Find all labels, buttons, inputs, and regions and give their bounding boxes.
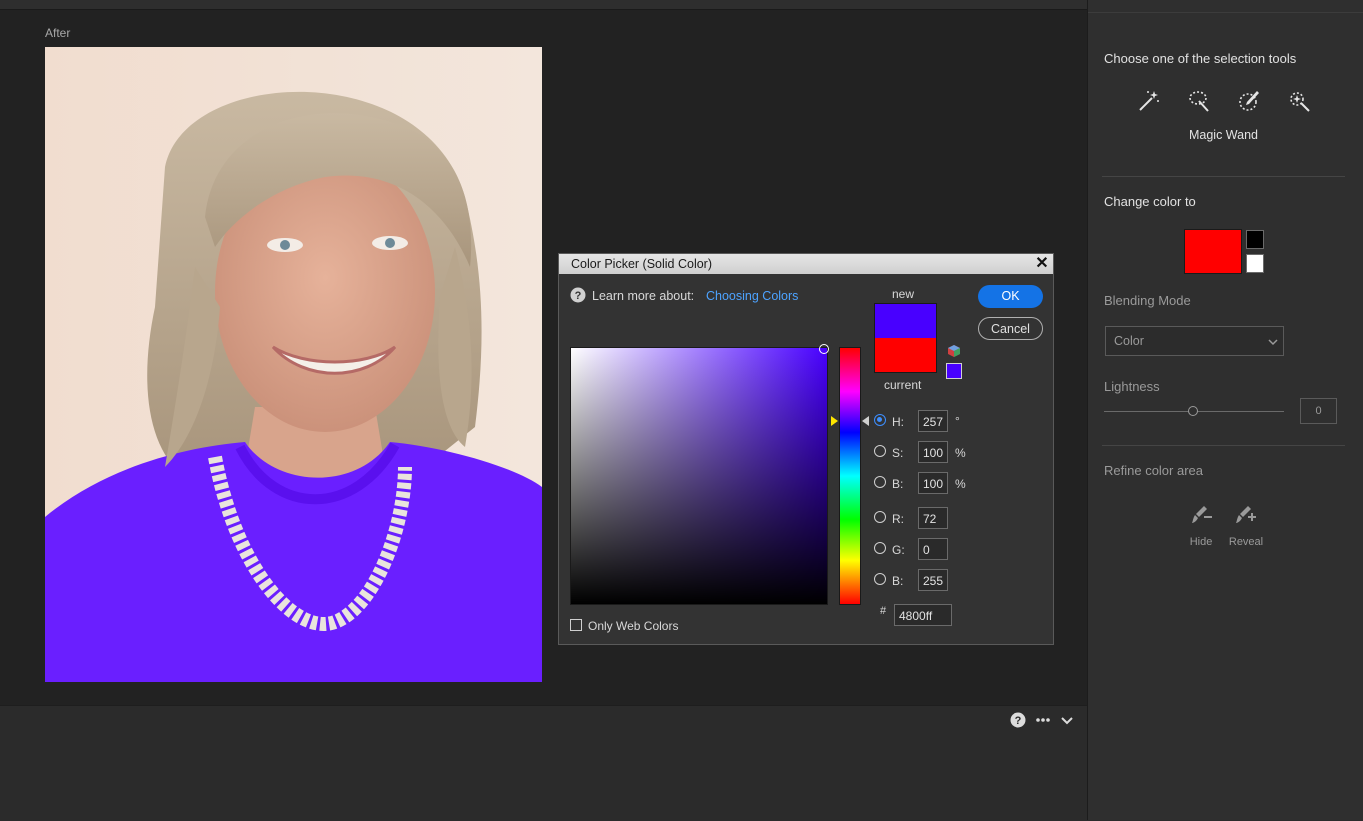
color-picker-dialog: Color Picker (Solid Color) ✕ ? Learn mor… [558,253,1054,645]
brush-select-icon[interactable] [1236,88,1262,114]
lightness-value-input[interactable]: 0 [1300,398,1337,424]
svg-text:?: ? [575,290,582,302]
only-web-colors-label: Only Web Colors [588,619,679,633]
cancel-button[interactable]: Cancel [978,317,1043,340]
brightness-label: B: [892,477,904,491]
selected-tool-label: Magic Wand [1188,128,1258,142]
blending-mode-select[interactable]: Color [1105,326,1284,356]
green-label: G: [892,543,905,557]
choosing-colors-link[interactable]: Choosing Colors [706,289,798,303]
current-color-swatch[interactable] [875,338,936,372]
color-field[interactable] [570,344,829,605]
saturation-radio[interactable] [874,445,886,457]
magic-wand-icon[interactable] [1136,88,1162,114]
hide-brush-button[interactable]: Hide [1184,503,1218,553]
gamut-cube-icon[interactable] [947,344,961,358]
new-label: new [892,287,915,301]
only-web-colors-checkbox[interactable] [570,619,582,631]
section-divider [1102,445,1345,446]
bottom-action-bar [0,705,1087,821]
percent-unit: % [955,477,966,491]
photo-after[interactable] [45,47,542,682]
red-label: R: [892,512,904,526]
more-icon[interactable] [1035,712,1051,728]
brightness-input[interactable]: 100 [918,472,948,494]
saturation-label: S: [892,446,904,460]
learn-more-label: Learn more about: [592,289,695,303]
chevron-down-icon [1268,339,1278,346]
reveal-label: Reveal [1228,536,1264,548]
web-safe-swatch[interactable] [946,363,962,379]
dialog-title-bar[interactable]: Color Picker (Solid Color) ✕ [559,254,1053,274]
after-view-label: After [45,26,71,40]
color-preview [874,303,937,373]
help-icon: ? [570,287,586,303]
degree-unit: ° [955,414,960,428]
document-tab-strip [0,0,1087,10]
color-field-cursor[interactable] [819,344,829,354]
reveal-brush-icon [1236,506,1256,523]
panel-header-strip [1088,0,1363,13]
white-swatch[interactable] [1246,254,1264,273]
hash-label: # [880,605,887,617]
red-radio[interactable] [874,511,886,523]
hue-label: H: [892,415,904,429]
green-radio[interactable] [874,542,886,554]
hue-slider-right-arrow[interactable] [862,416,869,426]
lightness-slider-thumb[interactable] [1188,406,1198,416]
replace-color-panel: Choose one of the selection tools Magic … [1087,0,1363,820]
hue-slider-left-arrow[interactable] [831,416,838,426]
help-icon[interactable]: ? [1010,712,1026,728]
hex-input[interactable]: 4800ff [894,604,952,626]
hue-input[interactable]: 257 [918,410,948,432]
hue-slider[interactable] [839,347,861,605]
portrait-image [45,47,542,682]
brightness-radio[interactable] [874,476,886,488]
chevron-down-icon[interactable] [1059,712,1075,728]
target-color-swatch[interactable] [1184,229,1242,274]
black-swatch[interactable] [1246,230,1264,249]
percent-unit: % [955,446,966,460]
green-input[interactable]: 0 [918,538,948,560]
saturation-input[interactable]: 100 [918,441,948,463]
blending-mode-value: Color [1114,334,1144,348]
lasso-icon[interactable] [1186,88,1212,114]
current-label: current [884,378,922,392]
blending-mode-heading: Blending Mode [1104,293,1191,308]
svg-text:?: ? [1015,715,1022,727]
hide-brush-icon [1192,506,1212,523]
dialog-title: Color Picker (Solid Color) [571,257,713,271]
reveal-brush-button[interactable]: Reveal [1226,503,1266,553]
ok-button[interactable]: OK [978,285,1043,308]
new-color-swatch [875,304,936,338]
section-divider [1102,176,1345,177]
auto-select-icon[interactable] [1286,88,1312,114]
blue-label: B: [892,574,904,588]
blue-input[interactable]: 255 [918,569,948,591]
lightness-heading: Lightness [1104,379,1160,394]
change-color-heading: Change color to [1104,194,1196,209]
close-icon[interactable]: ✕ [1034,255,1050,272]
red-input[interactable]: 72 [918,507,948,529]
hue-radio[interactable] [874,414,886,426]
refine-color-heading: Refine color area [1104,463,1203,478]
hide-label: Hide [1189,536,1213,548]
selection-tools-heading: Choose one of the selection tools [1104,51,1297,66]
blue-radio[interactable] [874,573,886,585]
